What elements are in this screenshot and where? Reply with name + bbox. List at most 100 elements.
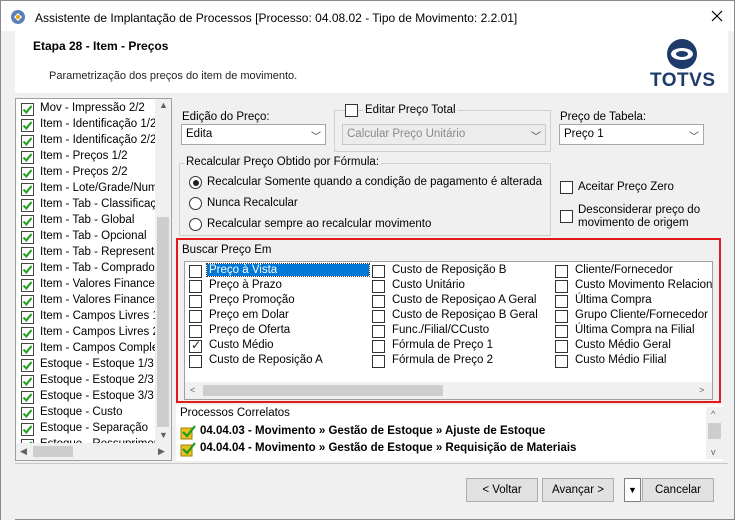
sidebar-item[interactable]: Item - Tab - Comprador: [20, 261, 158, 277]
scroll-left-icon[interactable]: <: [190, 385, 195, 395]
step-done-check-icon: [21, 247, 34, 260]
scroll-right-icon[interactable]: ▶: [158, 446, 165, 457]
avancar-button[interactable]: Avançar >: [542, 478, 614, 502]
step-done-check-icon: [21, 199, 34, 212]
scroll-thumb[interactable]: [157, 217, 169, 427]
scroll-up-icon[interactable]: ^: [711, 409, 715, 419]
chevron-down-icon: ﹀: [531, 132, 541, 143]
option-checkbox[interactable]: [555, 265, 568, 278]
option-label: Preço à Prazo: [209, 279, 282, 291]
scroll-up-icon[interactable]: ▲: [159, 100, 168, 110]
radio-nunca-recalcular[interactable]: [189, 197, 202, 210]
calcular-value: Calcular Preço Unitário: [347, 128, 466, 140]
option-label: Custo Movimento Relacionad: [575, 279, 713, 291]
sidebar-item[interactable]: Estoque - Estoque 1/3: [20, 357, 158, 373]
sidebar-item[interactable]: Item - Preços 1/2: [20, 149, 158, 165]
sidebar-item[interactable]: Item - Valores Financeiro: [20, 293, 158, 309]
correlatos-vertical-scrollbar[interactable]: ^ v: [706, 407, 723, 459]
option-checkbox[interactable]: [555, 310, 568, 323]
scroll-down-icon[interactable]: v: [711, 447, 716, 457]
scroll-thumb[interactable]: [708, 423, 721, 439]
option-checkbox[interactable]: [189, 325, 202, 338]
cancelar-button[interactable]: Cancelar: [642, 478, 714, 502]
sidebar-item[interactable]: Item - Identificação 2/2: [20, 133, 158, 149]
option-checkbox[interactable]: [555, 295, 568, 308]
option-checkbox[interactable]: [372, 280, 385, 293]
option-checkbox[interactable]: [372, 355, 385, 368]
scroll-thumb[interactable]: [203, 385, 443, 396]
aceitar-zero-checkbox[interactable]: [560, 181, 573, 194]
sidebar-item-label: Mov - Impressão 2/2: [40, 102, 145, 114]
option-checkbox[interactable]: [372, 310, 385, 323]
tabela-combo[interactable]: Preço 1 ﹀: [559, 124, 704, 145]
sidebar-item[interactable]: Mov - Impressão 2/2: [20, 101, 158, 117]
steps-horizontal-scrollbar[interactable]: ◀ ▶: [16, 443, 171, 460]
step-done-check-icon: [21, 135, 34, 148]
sidebar-item[interactable]: Item - Lote/Grade/Num.: [20, 181, 158, 197]
footer-divider: [15, 463, 728, 464]
sidebar-item-label: Estoque - Custo: [40, 406, 123, 418]
option-checkbox[interactable]: [189, 338, 202, 353]
editar-total-checkbox[interactable]: [345, 104, 358, 117]
option-checkbox[interactable]: [372, 340, 385, 353]
option-label: Última Compra: [575, 294, 652, 306]
scroll-down-icon[interactable]: ▼: [159, 430, 168, 440]
sidebar-item[interactable]: Item - Campos Complem: [20, 341, 158, 357]
radio-recalcular-condicao[interactable]: [189, 176, 202, 189]
calcular-combo[interactable]: Calcular Preço Unitário ﹀: [342, 124, 546, 145]
sidebar-item[interactable]: Item - Campos Livres 2/: [20, 325, 158, 341]
desconsiderar-checkbox[interactable]: [560, 210, 573, 223]
step-done-check-icon: [21, 343, 34, 356]
sidebar-item[interactable]: Item - Preços 2/2: [20, 165, 158, 181]
option-checkbox[interactable]: [555, 325, 568, 338]
steps-vertical-scrollbar[interactable]: ▲ ▼: [155, 99, 171, 443]
option-checkbox[interactable]: [555, 280, 568, 293]
scroll-right-icon[interactable]: >: [699, 385, 704, 395]
option-checkbox[interactable]: [555, 355, 568, 368]
scroll-thumb[interactable]: [33, 446, 73, 457]
tabela-value: Preço 1: [564, 128, 604, 140]
sidebar-item[interactable]: Estoque - Estoque 3/3: [20, 389, 158, 405]
sidebar-item[interactable]: Item - Tab - Representa: [20, 245, 158, 261]
correlato-label: 04.04.03 - Movimento » Gestão de Estoque…: [200, 425, 546, 437]
sidebar-item[interactable]: Item - Valores Financeir: [20, 277, 158, 293]
option-checkbox[interactable]: [372, 325, 385, 338]
option-checkbox[interactable]: [189, 265, 202, 278]
steps-list[interactable]: Estoque - RessuprimentiEstoque - Separaç…: [15, 98, 172, 461]
option-checkbox[interactable]: [189, 310, 202, 323]
option-checkbox[interactable]: [189, 280, 202, 293]
sidebar-item[interactable]: Item - Tab - Opcional: [20, 229, 158, 245]
buscar-preco-list[interactable]: Custo Médio Filial Custo Médio Geral Últim…: [184, 261, 713, 400]
radio-recalcular-sempre[interactable]: [189, 218, 202, 231]
totvs-logo: TOTVS: [650, 37, 715, 93]
step-done-check-icon: [21, 119, 34, 132]
options-button[interactable]: ▼: [624, 478, 641, 502]
window-title: Assistente de Implantação de Processos […: [35, 11, 518, 25]
option-checkbox[interactable]: [372, 265, 385, 278]
buscar-horizontal-scrollbar[interactable]: < >: [185, 382, 712, 399]
option-label: Grupo Cliente/Fornecedor: [575, 309, 708, 321]
sidebar-item[interactable]: Estoque - Separação: [20, 421, 158, 437]
edicao-combo[interactable]: Edita ﹀: [181, 124, 326, 145]
sidebar-item[interactable]: Estoque - Custo: [20, 405, 158, 421]
sidebar-item-label: Item - Preços 2/2: [40, 166, 128, 178]
radio-recalcular-sempre-label: Recalcular sempre ao recalcular moviment…: [207, 218, 432, 230]
option-checkbox[interactable]: [189, 355, 202, 368]
voltar-button[interactable]: < Voltar: [466, 478, 538, 502]
sidebar-item-label: Estoque - Estoque 3/3: [40, 390, 154, 402]
sidebar-item[interactable]: Item - Tab - Classificaçã: [20, 197, 158, 213]
sidebar-item[interactable]: Estoque - Estoque 2/3: [20, 373, 158, 389]
sidebar-item-label: Item - Campos Livres 1/: [40, 310, 158, 322]
option-checkbox[interactable]: [555, 340, 568, 353]
sidebar-item[interactable]: Item - Campos Livres 1/: [20, 309, 158, 325]
sidebar-item[interactable]: Item - Tab - Global: [20, 213, 158, 229]
option-checkbox[interactable]: [372, 295, 385, 308]
aceitar-zero-label: Aceitar Preço Zero: [578, 181, 674, 193]
sidebar-item[interactable]: Item - Identificação 1/2: [20, 117, 158, 133]
option-checkbox[interactable]: [189, 295, 202, 308]
scroll-left-icon[interactable]: ◀: [20, 446, 27, 457]
close-icon[interactable]: [708, 8, 726, 24]
step-done-check-icon: [21, 359, 34, 372]
sidebar-item-label: Item - Valores Financeir: [40, 278, 158, 290]
step-done-check-icon: [21, 327, 34, 340]
